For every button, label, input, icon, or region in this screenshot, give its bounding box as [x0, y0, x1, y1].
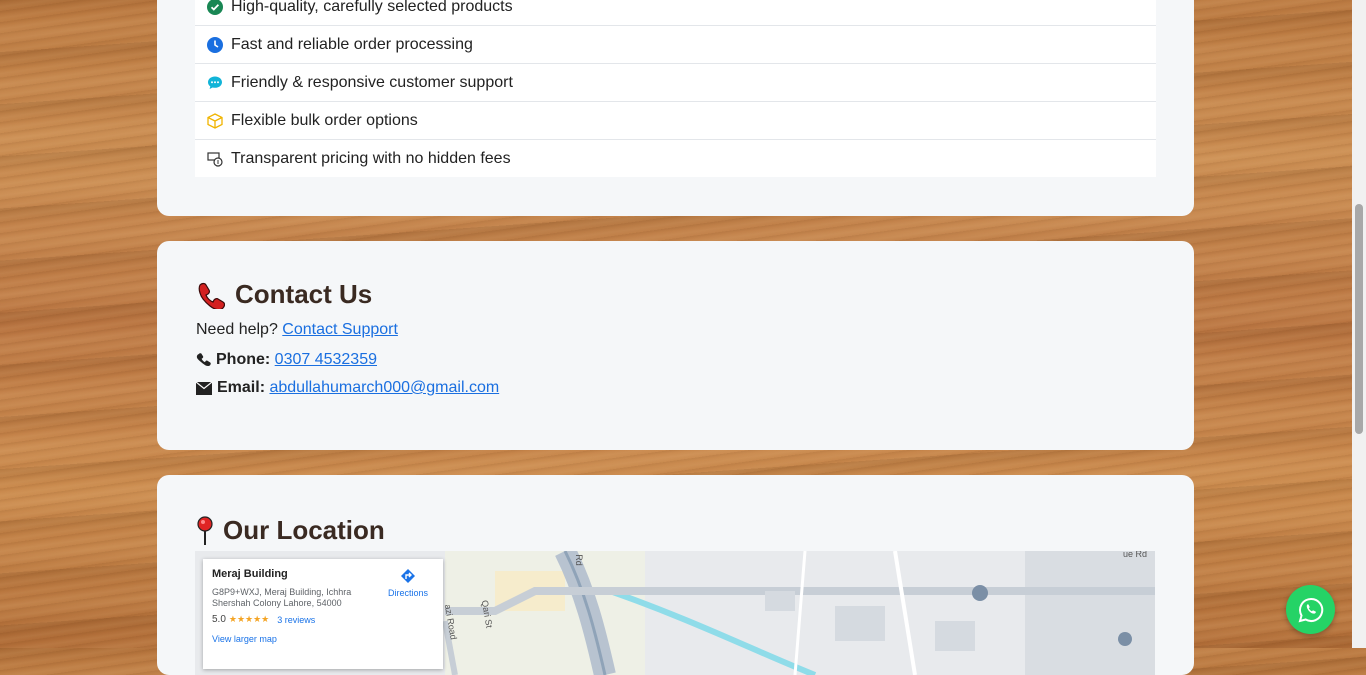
- check-circle-icon: [207, 0, 223, 15]
- feature-label: Fast and reliable order processing: [231, 35, 473, 53]
- reviews-link[interactable]: 3 reviews: [277, 615, 315, 625]
- feature-label: Flexible bulk order options: [231, 111, 418, 129]
- map-info-card: Meraj Building G8P9+WXJ, Meraj Building,…: [203, 559, 443, 669]
- pushpin-icon: [195, 515, 215, 546]
- rating-stars: ★★★★★: [228, 614, 270, 624]
- feature-label: High-quality, carefully selected product…: [231, 0, 513, 15]
- directions-label: Directions: [387, 588, 428, 598]
- feature-item: High-quality, carefully selected product…: [195, 0, 1156, 26]
- feature-item: Friendly & responsive customer support: [195, 64, 1156, 102]
- phone-link[interactable]: 0307 4532359: [275, 351, 377, 369]
- rating-value: 5.0: [212, 614, 226, 625]
- view-larger-map-link[interactable]: View larger map: [212, 634, 277, 644]
- package-icon: [207, 112, 223, 129]
- map-embed[interactable]: Rd Qari St azi Road ue Rd Meraj Building…: [195, 551, 1155, 675]
- email-label: Email:: [217, 379, 266, 396]
- road-label: ue Rd: [1123, 551, 1148, 559]
- money-icon: [207, 151, 223, 167]
- contact-card: Contact Us Need help? Contact Support Ph…: [157, 241, 1194, 450]
- directions-icon: [383, 567, 433, 588]
- place-address: G8P9+WXJ, Meraj Building, Ichhra Shersha…: [212, 587, 352, 608]
- phone-icon: [196, 352, 211, 368]
- clock-icon: [207, 36, 223, 53]
- location-card: Our Location Rd Qari St azi Road ue Rd M…: [157, 475, 1194, 675]
- phone-label: Phone:: [216, 351, 271, 368]
- rating-row: 5.0 ★★★★★ 3 reviews: [212, 614, 315, 625]
- chat-bubble-icon: [207, 75, 223, 91]
- phone-line: Phone: 0307 4532359: [196, 351, 377, 369]
- features-card: High-quality, carefully selected product…: [157, 0, 1194, 216]
- help-prefix: Need help?: [196, 321, 278, 338]
- envelope-icon: [196, 381, 212, 395]
- feature-list: High-quality, carefully selected product…: [195, 0, 1156, 177]
- email-line: Email: abdullahumarch000@gmail.com: [196, 379, 499, 397]
- scrollbar-thumb[interactable]: [1355, 204, 1363, 434]
- contact-support-link[interactable]: Contact Support: [282, 321, 398, 339]
- location-title: Our Location: [195, 515, 385, 546]
- page-scrollbar[interactable]: [1352, 0, 1366, 648]
- telephone-icon: [195, 281, 225, 309]
- feature-item: Transparent pricing with no hidden fees: [195, 140, 1156, 177]
- feature-item: Flexible bulk order options: [195, 102, 1156, 140]
- whatsapp-icon: [1298, 597, 1324, 623]
- help-line: Need help? Contact Support: [196, 321, 398, 339]
- feature-item: Fast and reliable order processing: [195, 26, 1156, 64]
- place-name: Meraj Building: [212, 568, 288, 580]
- whatsapp-button[interactable]: [1286, 585, 1335, 634]
- contact-title: Contact Us: [195, 279, 372, 310]
- email-link[interactable]: abdullahumarch000@gmail.com: [269, 379, 499, 397]
- directions-button[interactable]: Directions: [383, 567, 433, 599]
- feature-label: Transparent pricing with no hidden fees: [231, 149, 511, 167]
- feature-label: Friendly & responsive customer support: [231, 73, 513, 91]
- road-label: Rd: [573, 554, 584, 566]
